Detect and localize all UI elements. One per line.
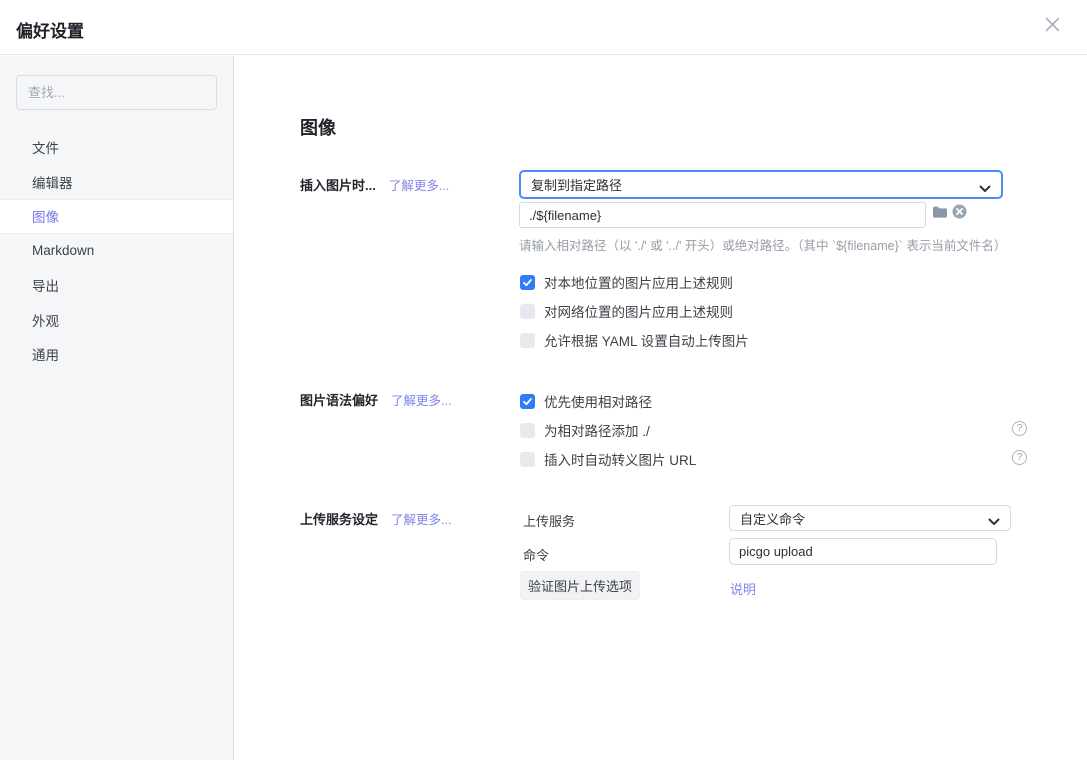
apply-web-images-checkbox[interactable] [520,304,535,319]
sidebar-item-markdown[interactable]: Markdown [0,234,233,269]
syntax-section-label: 图片语法偏好 [300,390,378,409]
help-icon[interactable]: ? [1012,421,1027,436]
sidebar-item-general[interactable]: 通用 [0,337,233,372]
image-settings-pane: 图像 插入图片时... 了解更多... 复制到指定路径 请输入相对路径（以 '.… [235,56,1087,760]
prefer-relative-path-row: 优先使用相对路径 [520,393,652,409]
checkbox-label: 对本地位置的图片应用上述规则 [544,272,733,292]
upload-help-link[interactable]: 说明 [730,579,756,598]
validate-upload-button[interactable]: 验证图片上传选项 [520,571,640,600]
upload-service-select-value: 自定义命令 [740,509,805,528]
apply-web-images-row: 对网络位置的图片应用上述规则 [520,303,733,319]
close-button[interactable] [1042,17,1062,37]
clear-path-button[interactable] [951,206,967,222]
chevron-down-icon [988,514,1000,529]
checkbox-label: 优先使用相对路径 [544,391,652,411]
apply-local-images-checkbox[interactable] [520,275,535,290]
command-label: 命令 [523,545,549,564]
window-title: 偏好设置 [16,17,84,42]
path-hint-text: 请输入相对路径（以 './' 或 '../' 开头）或绝对路径。（其中 `${f… [519,235,1006,254]
sidebar-item-file[interactable]: 文件 [0,130,233,165]
escape-url-checkbox[interactable] [520,452,535,467]
folder-icon [932,205,948,224]
insert-section-label: 插入图片时... [300,175,376,194]
yaml-auto-upload-row: 允许根据 YAML 设置自动上传图片 [520,332,749,348]
sidebar: 文件 编辑器 图像 Markdown 导出 外观 通用 [0,56,234,760]
insert-action-select-value: 复制到指定路径 [531,175,622,194]
sidebar-item-editor[interactable]: 编辑器 [0,165,233,200]
help-icon[interactable]: ? [1012,450,1027,465]
upload-section-header: 上传服务设定 了解更多... [300,510,451,526]
escape-url-row: 插入时自动转义图片 URL [520,451,696,467]
copy-path-input[interactable] [519,202,926,228]
sidebar-nav: 文件 编辑器 图像 Markdown 导出 外观 通用 [0,130,233,372]
add-dot-slash-row: 为相对路径添加 ./ [520,422,650,438]
upload-service-select[interactable]: 自定义命令 [729,505,1011,531]
checkbox-label: 对网络位置的图片应用上述规则 [544,301,733,321]
chevron-down-icon [979,181,991,196]
sidebar-item-image[interactable]: 图像 [0,199,233,234]
syntax-learn-more-link[interactable]: 了解更多... [391,390,451,409]
command-input[interactable] [729,538,997,565]
yaml-auto-upload-checkbox[interactable] [520,333,535,348]
insert-learn-more-link[interactable]: 了解更多... [389,175,449,194]
page-title: 图像 [300,114,336,140]
checkbox-label: 为相对路径添加 ./ [544,420,650,440]
clear-circle-icon [952,204,967,224]
browse-folder-button[interactable] [931,206,949,222]
titlebar: 偏好设置 [0,0,1087,55]
preferences-window: 偏好设置 文件 编辑器 图像 Markdown 导出 外观 通用 图像 插入图片… [0,0,1087,760]
insert-action-select[interactable]: 复制到指定路径 [519,170,1003,199]
insert-section-header: 插入图片时... 了解更多... [300,176,449,192]
sidebar-item-export[interactable]: 导出 [0,268,233,303]
sidebar-item-appearance[interactable]: 外观 [0,303,233,338]
close-icon [1044,16,1061,38]
upload-learn-more-link[interactable]: 了解更多... [391,509,451,528]
apply-local-images-row: 对本地位置的图片应用上述规则 [520,274,733,290]
prefer-relative-path-checkbox[interactable] [520,394,535,409]
upload-service-label: 上传服务 [523,511,575,530]
checkbox-label: 插入时自动转义图片 URL [544,449,696,469]
checkbox-label: 允许根据 YAML 设置自动上传图片 [544,330,749,350]
upload-section-label: 上传服务设定 [300,509,378,528]
search-input[interactable] [16,75,217,110]
syntax-section-header: 图片语法偏好 了解更多... [300,391,451,407]
add-dot-slash-checkbox[interactable] [520,423,535,438]
